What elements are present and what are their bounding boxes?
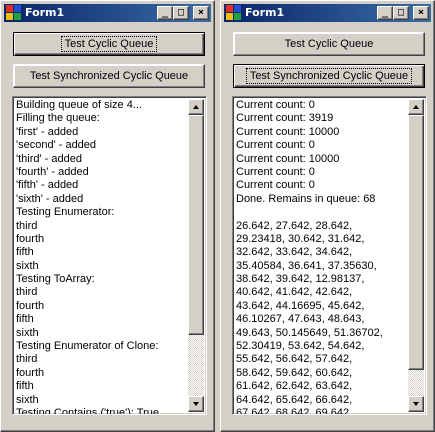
list-item: Current count: 0: [236, 179, 315, 192]
list-item: 43.642, 44.16695, 45.642,: [236, 299, 365, 312]
list-item: 46.10267, 47.643, 48.643,: [236, 313, 365, 326]
list-item: 40.642, 41.642, 42.642,: [236, 286, 353, 299]
output-listbox[interactable]: Building queue of size 4... Filling the …: [12, 96, 207, 415]
button-label: Test Cyclic Queue: [284, 38, 374, 50]
list-item: third: [16, 353, 38, 366]
list-item: 35.40584, 36.641, 37.35630,: [236, 259, 377, 272]
output-listbox[interactable]: Current count: 0 Current count: 3919 Cur…: [232, 96, 427, 415]
list-item: Filling the queue:: [16, 112, 100, 125]
close-button[interactable]: ×: [413, 6, 429, 20]
list-item: 61.642, 62.642, 63.642,: [236, 380, 353, 393]
window-title: Form1: [245, 6, 285, 19]
down-arrow-icon: [413, 402, 419, 406]
list-item: 'third' - added: [16, 152, 82, 165]
list-item: fourth: [16, 299, 45, 312]
test-synchronized-cyclic-queue-button[interactable]: Test Synchronized Cyclic Queue: [233, 64, 425, 88]
down-arrow-icon: [193, 402, 199, 406]
list-item: 'fifth' - added: [16, 179, 79, 192]
list-item: Testing Contains ('true'): True: [16, 406, 159, 415]
test-cyclic-queue-button[interactable]: Test Cyclic Queue: [13, 32, 205, 56]
vertical-scrollbar[interactable]: [188, 99, 204, 412]
list-item: 52.30419, 53.642, 54.642,: [236, 340, 365, 353]
scroll-down-button[interactable]: [408, 396, 424, 412]
list-item: 26.642, 27.642, 28.642,: [236, 219, 353, 232]
list-item: 32.642, 33.642, 34.642,: [236, 246, 353, 259]
list-item: 'fourth' - added: [16, 165, 89, 178]
list-item: 55.642, 56.642, 57.642,: [236, 353, 353, 366]
list-item: 'sixth' - added: [16, 192, 84, 205]
up-arrow-icon: [413, 105, 419, 109]
list-item: 'first' - added: [16, 125, 79, 138]
list-item: Building queue of size 4...: [16, 99, 142, 111]
list-item: 38.642, 39.642, 12.98137,: [236, 273, 365, 286]
list-item: 67.642, 68.642, 69.642,: [236, 406, 353, 415]
button-label: Test Synchronized Cyclic Queue: [29, 70, 189, 82]
button-label: Test Cyclic Queue: [60, 36, 158, 52]
minimize-button[interactable]: _: [377, 6, 393, 20]
list-item: third: [16, 219, 38, 232]
scroll-thumb[interactable]: [188, 115, 204, 335]
title-bar[interactable]: Form1 _ □ ×: [224, 4, 431, 22]
list-item: Current count: 3919: [236, 112, 334, 125]
list-item: fifth: [16, 246, 34, 259]
list-item: 64.642, 65.642, 66.642,: [236, 393, 353, 406]
list-item: 29.23418, 30.642, 31.642,: [236, 232, 365, 245]
list-item: sixth: [16, 393, 39, 406]
form1-window-right: Form1 _ □ × Test Cyclic Queue Test Synch…: [220, 0, 435, 432]
list-item: 58.642, 59.642, 60.642,: [236, 366, 353, 379]
list-item: third: [16, 286, 38, 299]
form1-window-left: Form1 _ □ × Test Cyclic Queue Test Synch…: [0, 0, 215, 432]
minimize-button[interactable]: _: [157, 6, 173, 20]
maximize-button[interactable]: □: [393, 6, 409, 20]
list-item: Current count: 0: [236, 139, 315, 152]
maximize-button[interactable]: □: [173, 6, 189, 20]
button-label: Test Synchronized Cyclic Queue: [245, 68, 413, 84]
test-synchronized-cyclic-queue-button[interactable]: Test Synchronized Cyclic Queue: [13, 64, 205, 88]
output-lines: Current count: 0 Current count: 3919 Cur…: [236, 99, 408, 415]
window-title: Form1: [25, 6, 65, 19]
close-button[interactable]: ×: [193, 6, 209, 20]
list-item: Testing Enumerator of Clone:: [16, 340, 159, 353]
list-item: [236, 206, 408, 219]
up-arrow-icon: [193, 105, 199, 109]
list-item: fifth: [16, 380, 34, 393]
output-lines: Building queue of size 4... Filling the …: [16, 99, 188, 415]
list-item: 49.643, 50.145649, 51.36702,: [236, 326, 383, 339]
list-item: Current count: 10000: [236, 152, 340, 165]
app-icon: [226, 5, 242, 21]
list-item: Testing ToArray:: [16, 273, 95, 286]
app-icon: [6, 5, 22, 21]
scroll-up-button[interactable]: [188, 99, 204, 115]
list-item: fourth: [16, 366, 45, 379]
list-item: fifth: [16, 313, 34, 326]
vertical-scrollbar[interactable]: [408, 99, 424, 412]
list-item: Done. Remains in queue: 68: [236, 192, 376, 205]
list-item: Current count: 0: [236, 99, 315, 111]
list-item: Current count: 10000: [236, 125, 340, 138]
list-item: fourth: [16, 232, 45, 245]
list-item: sixth: [16, 326, 39, 339]
list-item: Testing Enumerator:: [16, 206, 115, 219]
scroll-down-button[interactable]: [188, 396, 204, 412]
list-item: sixth: [16, 259, 39, 272]
scroll-up-button[interactable]: [408, 99, 424, 115]
list-item: 'second' - added: [16, 139, 97, 152]
scroll-thumb[interactable]: [408, 115, 424, 370]
list-item: Current count: 0: [236, 165, 315, 178]
title-bar[interactable]: Form1 _ □ ×: [4, 4, 211, 22]
test-cyclic-queue-button[interactable]: Test Cyclic Queue: [233, 32, 425, 56]
